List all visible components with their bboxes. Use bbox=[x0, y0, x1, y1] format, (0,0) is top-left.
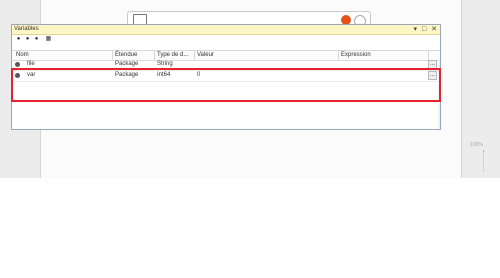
highlight-box bbox=[11, 68, 441, 102]
zoom-slider[interactable] bbox=[483, 150, 486, 172]
pin-dropdown-icon[interactable]: ▾ bbox=[413, 26, 417, 33]
panel-title-bar[interactable]: Variables ▾ □ ✕ bbox=[12, 25, 440, 35]
variable-icon bbox=[15, 62, 20, 67]
add-group-icon[interactable]: ● bbox=[33, 36, 40, 43]
column-header-expression[interactable]: Expression bbox=[341, 52, 371, 58]
add-variable-icon[interactable]: ● bbox=[15, 36, 22, 43]
zoom-level: 100% bbox=[470, 142, 483, 148]
column-header-name[interactable]: Nom bbox=[16, 52, 29, 58]
variable-type[interactable]: String bbox=[157, 61, 173, 67]
add-shared-variable-icon[interactable]: ● bbox=[24, 36, 31, 43]
variable-name[interactable]: file bbox=[27, 61, 35, 67]
restore-icon[interactable]: □ bbox=[422, 26, 426, 33]
close-icon[interactable]: ✕ bbox=[431, 26, 437, 33]
variables-toolbar: ● ● ● ▦ bbox=[12, 35, 440, 45]
column-header-scope[interactable]: Étendue bbox=[115, 52, 137, 58]
panel-title: Variables bbox=[14, 26, 39, 32]
panel-controls: ▾ □ ✕ bbox=[410, 25, 437, 33]
column-header-type[interactable]: Type de d... bbox=[157, 52, 188, 58]
variable-scope[interactable]: Package bbox=[115, 61, 138, 67]
grid-view-icon[interactable]: ▦ bbox=[45, 36, 52, 43]
column-header-value[interactable]: Valeur bbox=[197, 52, 214, 58]
